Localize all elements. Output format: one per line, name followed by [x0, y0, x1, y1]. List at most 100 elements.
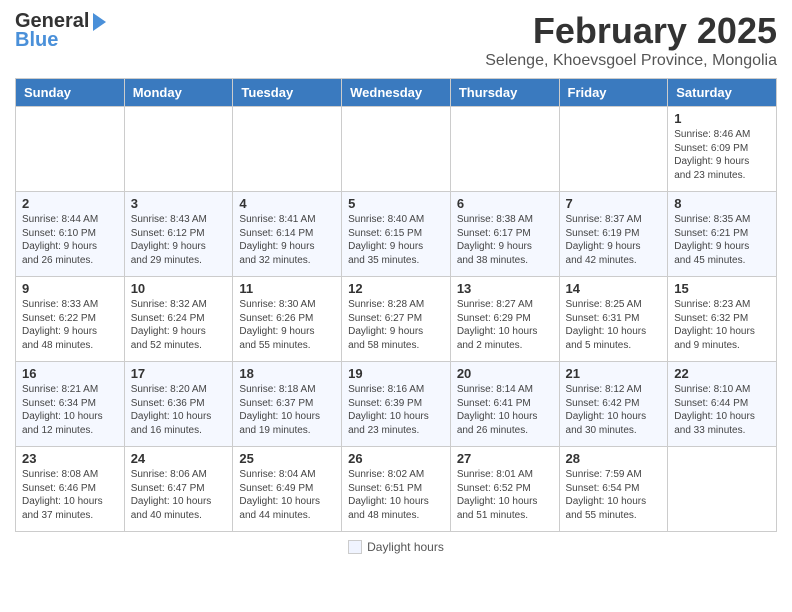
calendar-cell: 5 Sunrise: 8:40 AM Sunset: 6:15 PM Daylig…: [342, 192, 451, 277]
calendar-cell: 21 Sunrise: 8:12 AM Sunset: 6:42 PM Dayli…: [559, 362, 668, 447]
day-info: Sunrise: 8:41 AM Sunset: 6:14 PM Dayligh…: [239, 213, 335, 267]
day-number: 2: [22, 196, 118, 211]
calendar-cell: 8 Sunrise: 8:35 AM Sunset: 6:21 PM Daylig…: [668, 192, 777, 277]
calendar-body: 1 Sunrise: 8:46 AM Sunset: 6:09 PM Daylig…: [16, 107, 777, 532]
logo: General Blue: [15, 10, 106, 52]
calendar-cell: 11 Sunrise: 8:30 AM Sunset: 6:26 PM Dayli…: [233, 277, 342, 362]
weekday-header-sunday: Sunday: [16, 79, 125, 107]
day-number: 11: [239, 281, 335, 296]
day-number: 7: [566, 196, 662, 211]
day-info: Sunrise: 8:46 AM Sunset: 6:09 PM Dayligh…: [674, 128, 770, 182]
calendar-cell: 19 Sunrise: 8:16 AM Sunset: 6:39 PM Dayli…: [342, 362, 451, 447]
day-info: Sunrise: 8:06 AM Sunset: 6:47 PM Dayligh…: [131, 468, 227, 522]
day-info: Sunrise: 8:35 AM Sunset: 6:21 PM Dayligh…: [674, 213, 770, 267]
weekday-header-wednesday: Wednesday: [342, 79, 451, 107]
day-number: 19: [348, 366, 444, 381]
day-number: 23: [22, 451, 118, 466]
day-info: Sunrise: 8:25 AM Sunset: 6:31 PM Dayligh…: [566, 298, 662, 352]
day-info: Sunrise: 8:37 AM Sunset: 6:19 PM Dayligh…: [566, 213, 662, 267]
weekday-header-saturday: Saturday: [668, 79, 777, 107]
daylight-label: Daylight hours: [367, 540, 444, 554]
calendar-cell: 1 Sunrise: 8:46 AM Sunset: 6:09 PM Daylig…: [668, 107, 777, 192]
weekday-header-monday: Monday: [124, 79, 233, 107]
calendar-cell: 14 Sunrise: 8:25 AM Sunset: 6:31 PM Dayli…: [559, 277, 668, 362]
calendar-cell: 16Sunrise: 8:21 AM Sunset: 6:34 PM Dayli…: [16, 362, 125, 447]
calendar-week-5: 23 Sunrise: 8:08 AM Sunset: 6:46 PM Dayli…: [16, 447, 777, 532]
calendar-cell: 3Sunrise: 8:43 AM Sunset: 6:12 PM Daylig…: [124, 192, 233, 277]
calendar-cell: 15 Sunrise: 8:23 AM Sunset: 6:32 PM Dayli…: [668, 277, 777, 362]
day-info: Sunrise: 8:14 AM Sunset: 6:41 PM Dayligh…: [457, 383, 553, 437]
calendar-cell: 7 Sunrise: 8:37 AM Sunset: 6:19 PM Daylig…: [559, 192, 668, 277]
calendar-cell: 2 Sunrise: 8:44 AM Sunset: 6:10 PM Daylig…: [16, 192, 125, 277]
calendar-cell: 27Sunrise: 8:01 AM Sunset: 6:52 PM Dayli…: [450, 447, 559, 532]
day-info: Sunrise: 8:27 AM Sunset: 6:29 PM Dayligh…: [457, 298, 553, 352]
day-number: 14: [566, 281, 662, 296]
daylight-legend: Daylight hours: [348, 540, 444, 554]
day-info: Sunrise: 8:32 AM Sunset: 6:24 PM Dayligh…: [131, 298, 227, 352]
weekday-header-thursday: Thursday: [450, 79, 559, 107]
day-info: Sunrise: 8:16 AM Sunset: 6:39 PM Dayligh…: [348, 383, 444, 437]
day-number: 6: [457, 196, 553, 211]
calendar-week-2: 2 Sunrise: 8:44 AM Sunset: 6:10 PM Daylig…: [16, 192, 777, 277]
calendar-cell: 24 Sunrise: 8:06 AM Sunset: 6:47 PM Dayli…: [124, 447, 233, 532]
day-number: 13: [457, 281, 553, 296]
day-number: 12: [348, 281, 444, 296]
day-number: 21: [566, 366, 662, 381]
day-number: 5: [348, 196, 444, 211]
day-info: Sunrise: 8:08 AM Sunset: 6:46 PM Dayligh…: [22, 468, 118, 522]
weekday-header-friday: Friday: [559, 79, 668, 107]
calendar-cell: 18 Sunrise: 8:18 AM Sunset: 6:37 PM Dayli…: [233, 362, 342, 447]
day-info: Sunrise: 8:04 AM Sunset: 6:49 PM Dayligh…: [239, 468, 335, 522]
day-info: Sunrise: 8:33 AM Sunset: 6:22 PM Dayligh…: [22, 298, 118, 352]
day-info: Sunrise: 8:10 AM Sunset: 6:44 PM Dayligh…: [674, 383, 770, 437]
day-info: Sunrise: 8:23 AM Sunset: 6:32 PM Dayligh…: [674, 298, 770, 352]
page-header: General Blue February 2025 Selenge, Khoe…: [15, 10, 777, 70]
calendar-cell: 20 Sunrise: 8:14 AM Sunset: 6:41 PM Dayli…: [450, 362, 559, 447]
day-info: Sunrise: 7:59 AM Sunset: 6:54 PM Dayligh…: [566, 468, 662, 522]
calendar-cell: 6 Sunrise: 8:38 AM Sunset: 6:17 PM Daylig…: [450, 192, 559, 277]
calendar-cell: 28Sunrise: 7:59 AM Sunset: 6:54 PM Dayli…: [559, 447, 668, 532]
calendar-footer: Daylight hours: [15, 540, 777, 554]
day-info: Sunrise: 8:38 AM Sunset: 6:17 PM Dayligh…: [457, 213, 553, 267]
day-info: Sunrise: 8:43 AM Sunset: 6:12 PM Dayligh…: [131, 213, 227, 267]
day-info: Sunrise: 8:44 AM Sunset: 6:10 PM Dayligh…: [22, 213, 118, 267]
day-info: Sunrise: 8:28 AM Sunset: 6:27 PM Dayligh…: [348, 298, 444, 352]
calendar-cell: [16, 107, 125, 192]
day-number: 22: [674, 366, 770, 381]
day-info: Sunrise: 8:40 AM Sunset: 6:15 PM Dayligh…: [348, 213, 444, 267]
logo-blue: Blue: [15, 29, 58, 52]
calendar-cell: [124, 107, 233, 192]
day-number: 9: [22, 281, 118, 296]
calendar-week-1: 1 Sunrise: 8:46 AM Sunset: 6:09 PM Daylig…: [16, 107, 777, 192]
calendar-header-row: SundayMondayTuesdayWednesdayThursdayFrid…: [16, 79, 777, 107]
calendar-cell: [559, 107, 668, 192]
month-title: February 2025: [485, 10, 777, 52]
day-number: 17: [131, 366, 227, 381]
day-info: Sunrise: 8:20 AM Sunset: 6:36 PM Dayligh…: [131, 383, 227, 437]
calendar-cell: 25Sunrise: 8:04 AM Sunset: 6:49 PM Dayli…: [233, 447, 342, 532]
day-number: 8: [674, 196, 770, 211]
day-number: 1: [674, 111, 770, 126]
day-number: 16: [22, 366, 118, 381]
calendar-week-4: 16Sunrise: 8:21 AM Sunset: 6:34 PM Dayli…: [16, 362, 777, 447]
daylight-swatch: [348, 540, 362, 554]
day-number: 18: [239, 366, 335, 381]
day-number: 4: [239, 196, 335, 211]
day-number: 15: [674, 281, 770, 296]
day-info: Sunrise: 8:12 AM Sunset: 6:42 PM Dayligh…: [566, 383, 662, 437]
calendar-cell: [668, 447, 777, 532]
day-info: Sunrise: 8:30 AM Sunset: 6:26 PM Dayligh…: [239, 298, 335, 352]
day-number: 20: [457, 366, 553, 381]
logo-arrow-icon: [93, 13, 106, 31]
calendar-cell: [233, 107, 342, 192]
day-number: 24: [131, 451, 227, 466]
day-info: Sunrise: 8:02 AM Sunset: 6:51 PM Dayligh…: [348, 468, 444, 522]
calendar-cell: 12 Sunrise: 8:28 AM Sunset: 6:27 PM Dayli…: [342, 277, 451, 362]
calendar-week-3: 9 Sunrise: 8:33 AM Sunset: 6:22 PM Daylig…: [16, 277, 777, 362]
location-subtitle: Selenge, Khoevsgoel Province, Mongolia: [485, 52, 777, 70]
calendar-cell: 26Sunrise: 8:02 AM Sunset: 6:51 PM Dayli…: [342, 447, 451, 532]
day-info: Sunrise: 8:01 AM Sunset: 6:52 PM Dayligh…: [457, 468, 553, 522]
calendar-cell: 9 Sunrise: 8:33 AM Sunset: 6:22 PM Daylig…: [16, 277, 125, 362]
day-info: Sunrise: 8:18 AM Sunset: 6:37 PM Dayligh…: [239, 383, 335, 437]
calendar-table: SundayMondayTuesdayWednesdayThursdayFrid…: [15, 78, 777, 532]
